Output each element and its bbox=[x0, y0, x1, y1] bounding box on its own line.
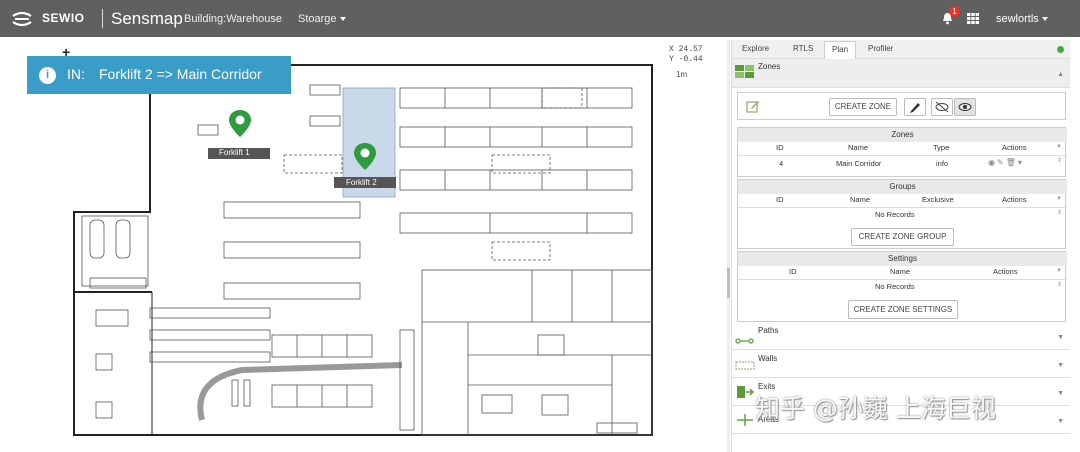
scale-label: 1m bbox=[676, 70, 688, 79]
groups-col-exclusive[interactable]: Exclusive bbox=[922, 195, 954, 204]
storage-label: Stoarge bbox=[298, 13, 337, 25]
user-menu[interactable]: sewlortls bbox=[996, 13, 1048, 25]
trash-icon[interactable]: 🗑 bbox=[1006, 158, 1018, 167]
settings-col-name[interactable]: Name bbox=[890, 267, 910, 276]
chevron-down-icon: ▼ bbox=[1057, 362, 1064, 369]
alert-message: Forklift 2 => Main Corridor bbox=[99, 66, 262, 82]
coord-x: X 24.57 bbox=[669, 45, 703, 54]
chevron-down-icon[interactable]: ▼ bbox=[1056, 268, 1062, 274]
eye-icon bbox=[958, 103, 972, 111]
chevron-down-icon[interactable]: ▾ bbox=[1018, 158, 1024, 167]
connection-status-dot bbox=[1057, 46, 1064, 53]
forklift-2-label[interactable]: Forklift 2 bbox=[346, 178, 377, 187]
tab-rtls[interactable]: RTLS bbox=[793, 44, 813, 53]
zone-row-type: info bbox=[936, 159, 949, 168]
pencil-icon bbox=[910, 103, 920, 113]
pencil-icon[interactable]: ✎ bbox=[997, 158, 1006, 167]
user-name: sewlortls bbox=[996, 13, 1039, 25]
tab-explore[interactable]: Explore bbox=[742, 44, 769, 53]
hide-zones-button[interactable] bbox=[931, 98, 953, 116]
scroll-arrows-icon[interactable]: ⇕ bbox=[1057, 209, 1062, 216]
zones-table-title: Zones bbox=[738, 128, 1067, 142]
groups-table: Groups ID Name Exclusive Actions ▼ No Re… bbox=[737, 179, 1067, 249]
watermark-text: 知乎 @孙巍 上海巨视 bbox=[755, 394, 996, 423]
building-selector[interactable]: Building:Warehouse bbox=[184, 13, 282, 25]
forklift-1-marker-pin bbox=[229, 110, 251, 137]
chevron-down-icon bbox=[339, 17, 346, 22]
storage-dropdown[interactable]: Stoarge bbox=[298, 13, 346, 25]
walls-icon bbox=[735, 361, 755, 370]
coordinate-readout: X 24.57 Y -0.44 bbox=[669, 45, 703, 65]
create-zone-group-button[interactable]: CREATE ZONE GROUP bbox=[851, 228, 954, 246]
exits-icon bbox=[737, 386, 754, 398]
sewio-logo-icon bbox=[12, 12, 32, 26]
eye-icon[interactable]: ◉ bbox=[988, 158, 997, 167]
info-icon: i bbox=[39, 67, 56, 84]
chevron-down-icon: ▼ bbox=[1057, 390, 1064, 397]
chevron-up-icon: ▲ bbox=[1057, 71, 1064, 78]
tab-plan[interactable]: Plan bbox=[824, 41, 857, 59]
settings-col-actions: Actions bbox=[993, 267, 1018, 276]
brand-name: SEWIO bbox=[42, 11, 85, 25]
zone-row-name[interactable]: Main Corridor bbox=[836, 159, 881, 168]
notification-badge: 1 bbox=[949, 6, 960, 17]
zones-section-header[interactable]: Zones ▲ bbox=[732, 59, 1070, 88]
paths-label: Paths bbox=[758, 326, 779, 335]
alert-prefix: IN: bbox=[67, 66, 85, 82]
zone-row-id: 4 bbox=[779, 159, 784, 168]
eye-slash-icon bbox=[935, 101, 949, 113]
divider-grip[interactable] bbox=[727, 268, 730, 298]
zone-alert-banner[interactable]: i IN: Forklift 2 => Main Corridor bbox=[27, 56, 291, 94]
chevron-down-icon bbox=[1041, 17, 1048, 22]
floor-plan-drawing bbox=[73, 64, 653, 436]
coord-y: Y -0.44 bbox=[669, 55, 703, 64]
zones-icon bbox=[735, 65, 754, 78]
settings-col-id[interactable]: ID bbox=[789, 267, 797, 276]
walls-section[interactable]: Walls ▼ bbox=[732, 350, 1070, 378]
chevron-down-icon[interactable]: ▼ bbox=[1056, 144, 1062, 150]
create-zone-button[interactable]: CREATE ZONE bbox=[829, 98, 897, 116]
groups-table-title: Groups bbox=[738, 180, 1067, 194]
panel-tabs: Explore RTLS Plan Profiler bbox=[732, 40, 1070, 59]
zone-row-actions: ◉✎🗑▾ bbox=[988, 158, 1024, 167]
zones-section-label: Zones bbox=[758, 62, 781, 71]
zones-col-name[interactable]: Name bbox=[848, 143, 868, 152]
panel-divider[interactable] bbox=[727, 40, 730, 452]
scroll-arrows-icon[interactable]: ⇕ bbox=[1057, 157, 1062, 164]
groups-empty-text: No Records bbox=[875, 210, 915, 219]
header-separator bbox=[102, 9, 103, 28]
tab-profiler[interactable]: Profiler bbox=[868, 44, 893, 53]
top-bar: SEWIO Sensmap Building:Warehouse Stoarge… bbox=[0, 0, 1080, 37]
chevron-down-icon: ▼ bbox=[1057, 418, 1064, 425]
forklift-1-label[interactable]: Forklift 1 bbox=[219, 148, 250, 157]
pencil-button[interactable] bbox=[904, 98, 926, 116]
paths-icon bbox=[735, 338, 754, 344]
chevron-down-icon: ▼ bbox=[1057, 334, 1064, 341]
show-zones-button[interactable] bbox=[954, 98, 976, 116]
zones-table: Zones ID Name Type Actions ▼ 4 Main Corr… bbox=[737, 127, 1067, 177]
paths-section[interactable]: Paths ▼ bbox=[732, 322, 1070, 350]
zones-col-type[interactable]: Type bbox=[933, 143, 949, 152]
zones-toolbar: CREATE ZONE bbox=[737, 92, 1066, 120]
groups-col-id[interactable]: ID bbox=[776, 195, 784, 204]
settings-table: Settings ID Name Actions ▼ No Records ⇕ … bbox=[737, 251, 1067, 322]
row-divider bbox=[738, 207, 1067, 208]
groups-col-actions: Actions bbox=[1002, 195, 1027, 204]
walls-label: Walls bbox=[758, 354, 778, 363]
scroll-arrows-icon[interactable]: ⇕ bbox=[1057, 281, 1062, 288]
areas-icon bbox=[737, 414, 753, 426]
row-divider bbox=[738, 279, 1067, 280]
row-divider bbox=[738, 155, 1067, 156]
edit-zone-icon[interactable] bbox=[746, 99, 760, 113]
groups-col-name[interactable]: Name bbox=[850, 195, 870, 204]
app-title: Sensmap bbox=[111, 9, 183, 28]
zones-col-actions: Actions bbox=[1002, 143, 1027, 152]
chevron-down-icon[interactable]: ▼ bbox=[1056, 196, 1062, 202]
settings-empty-text: No Records bbox=[875, 282, 915, 291]
floor-plan-map[interactable]: Forklift 1 Forklift 2 bbox=[12, 40, 725, 452]
zones-col-id[interactable]: ID bbox=[776, 143, 784, 152]
settings-table-title: Settings bbox=[738, 252, 1067, 266]
grid-menu-icon[interactable] bbox=[967, 13, 979, 24]
create-zone-settings-button[interactable]: CREATE ZONE SETTINGS bbox=[848, 300, 958, 319]
